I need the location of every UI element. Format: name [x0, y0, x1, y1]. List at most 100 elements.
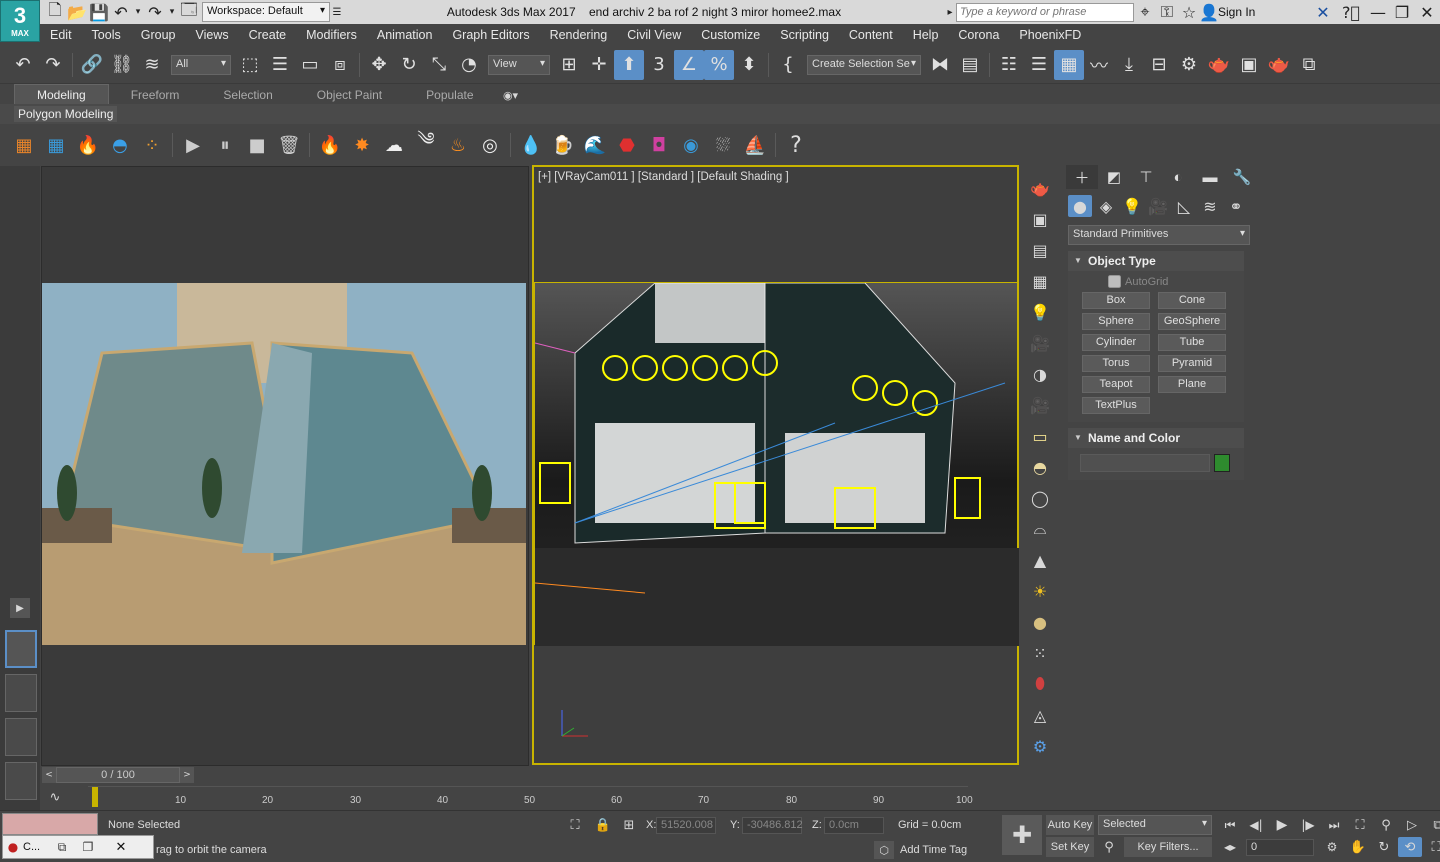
- taskbar-item[interactable]: ● C... ⧉ ❐ ✕: [2, 835, 154, 859]
- rotate-icon[interactable]: ↻: [394, 50, 424, 80]
- x-coordinate-field[interactable]: 51520.008: [656, 817, 716, 834]
- play-icon[interactable]: ▶: [1270, 815, 1294, 835]
- keyboard-shortcut-override-icon[interactable]: ⬆: [614, 49, 644, 80]
- menu-civil-view[interactable]: Civil View: [617, 24, 691, 46]
- vray-ies-icon[interactable]: ▲: [1027, 547, 1053, 573]
- phoenix-help-icon[interactable]: ?: [780, 129, 812, 161]
- spinner-snap-icon[interactable]: ⬍: [734, 50, 764, 80]
- selection-lock-icon[interactable]: 🔒: [592, 815, 614, 835]
- menu-rendering[interactable]: Rendering: [540, 24, 618, 46]
- percent-snap-icon[interactable]: %: [704, 49, 734, 80]
- helpers-icon[interactable]: ◺: [1172, 195, 1196, 217]
- menu-graph-editors[interactable]: Graph Editors: [442, 24, 539, 46]
- motion-tab-icon[interactable]: ◐: [1162, 165, 1194, 189]
- material-editor-icon[interactable]: ⚙: [1174, 50, 1204, 80]
- layout-4-thumbnail[interactable]: [5, 762, 37, 800]
- move-icon[interactable]: ✥: [364, 50, 394, 80]
- edit-named-selection-icon[interactable]: {: [773, 50, 803, 80]
- search-input[interactable]: [956, 2, 1134, 22]
- scene-explorer-icon[interactable]: ☷: [994, 50, 1024, 80]
- z-coordinate-field[interactable]: 0.0cm: [824, 817, 884, 834]
- display-tab-icon[interactable]: ▬: [1194, 165, 1226, 189]
- help-icon[interactable]: ?⃝: [1336, 0, 1366, 25]
- y-coordinate-field[interactable]: -30486.812: [742, 817, 803, 834]
- snaps-toggle-icon[interactable]: 3: [644, 50, 674, 80]
- maximize-toggle-icon[interactable]: ⛶: [1424, 837, 1440, 857]
- time-config-icon[interactable]: ⚙: [1320, 837, 1344, 857]
- dope-sheet-icon[interactable]: ⤓: [1114, 50, 1144, 80]
- cylinder-button[interactable]: Cylinder: [1082, 334, 1150, 351]
- curve-editor-mini-icon[interactable]: ∿: [40, 786, 70, 808]
- bind-space-warp-icon[interactable]: ≋: [137, 50, 167, 80]
- cameras-icon[interactable]: 🎥: [1146, 195, 1170, 217]
- menu-animation[interactable]: Animation: [367, 24, 443, 46]
- track-bar[interactable]: 10 20 30 40 50 60 70 80 90 100: [88, 786, 973, 808]
- object-name-input[interactable]: [1080, 454, 1210, 472]
- open-file-icon[interactable]: 📂: [66, 0, 88, 25]
- layer-explorer-icon[interactable]: ☰: [1024, 50, 1054, 80]
- next-frame-icon[interactable]: >: [180, 767, 194, 783]
- vray-proxy-icon[interactable]: ⁙: [1027, 640, 1053, 666]
- orbit-icon[interactable]: ↻: [1372, 837, 1396, 857]
- menu-content[interactable]: Content: [839, 24, 903, 46]
- name-color-header[interactable]: Name and Color: [1068, 428, 1244, 448]
- liquid-source-icon[interactable]: ◓: [104, 129, 136, 161]
- vray-sun-icon[interactable]: ☀: [1027, 578, 1053, 604]
- foam-preset-icon[interactable]: ⛆: [707, 129, 739, 161]
- menu-customize[interactable]: Customize: [691, 24, 770, 46]
- space-warps-icon[interactable]: ≋: [1198, 195, 1222, 217]
- fire-preset-icon[interactable]: 🔥: [314, 129, 346, 161]
- tube-button[interactable]: Tube: [1158, 334, 1226, 351]
- vortex-preset-icon[interactable]: ◎: [474, 129, 506, 161]
- lights-icon[interactable]: 💡: [1120, 195, 1144, 217]
- rendered-frame-window-icon[interactable]: ▣: [1234, 50, 1264, 80]
- taskbar-close-icon[interactable]: ✕: [101, 834, 141, 860]
- redo-dropdown-icon[interactable]: ▾: [166, 0, 178, 25]
- schematic-view-icon[interactable]: ⊟: [1144, 50, 1174, 80]
- exchange-icon[interactable]: ✕: [1310, 0, 1336, 25]
- box-button[interactable]: Box: [1082, 292, 1150, 309]
- maximize-viewport-icon[interactable]: ⧉: [1426, 815, 1440, 835]
- create-tab-icon[interactable]: ＋: [1066, 165, 1098, 189]
- vray-light-icon[interactable]: 💡: [1027, 299, 1053, 325]
- geosphere-button[interactable]: GeoSphere: [1158, 313, 1226, 330]
- quick-access-dropdown-icon[interactable]: ☰: [330, 0, 344, 25]
- modify-tab-icon[interactable]: ◩: [1098, 165, 1130, 189]
- zoom-icon[interactable]: ⚲: [1374, 815, 1398, 835]
- systems-icon[interactable]: ⚭: [1224, 195, 1248, 217]
- field-of-view-icon[interactable]: ▷: [1400, 815, 1424, 835]
- stop-icon[interactable]: ■: [241, 129, 273, 161]
- vray-ambient-icon[interactable]: ●: [1027, 609, 1053, 635]
- set-key-mode-icon[interactable]: ✚: [1002, 815, 1042, 855]
- select-by-name-icon[interactable]: ☰: [265, 50, 295, 80]
- selection-filter-select[interactable]: All: [171, 54, 231, 75]
- splash-preset-icon[interactable]: 💧: [515, 129, 547, 161]
- unlink-icon[interactable]: ⛓: [107, 50, 137, 80]
- mirror-icon[interactable]: ⧓: [925, 50, 955, 80]
- undo-icon[interactable]: ↶: [8, 50, 38, 80]
- sign-in-link[interactable]: Sign In: [1218, 5, 1310, 19]
- set-key-button[interactable]: Set Key: [1046, 837, 1094, 857]
- vfb-icon[interactable]: ▦: [1027, 268, 1053, 294]
- vray-mesh-icon[interactable]: ⬮: [1027, 671, 1053, 697]
- menu-scripting[interactable]: Scripting: [770, 24, 839, 46]
- ocean-preset-icon[interactable]: ⬣: [611, 129, 643, 161]
- teapot-icon[interactable]: 🫖: [1027, 175, 1053, 201]
- save-icon[interactable]: 💾: [88, 0, 110, 25]
- key-mode-toggle-icon[interactable]: ◂▸: [1218, 837, 1242, 857]
- expand-layout-icon[interactable]: ▶: [10, 598, 30, 618]
- pan-icon[interactable]: ✋: [1346, 837, 1370, 857]
- menu-modifiers[interactable]: Modifiers: [296, 24, 367, 46]
- tab-modeling[interactable]: Modeling: [14, 84, 109, 106]
- project-folder-icon[interactable]: 🗔: [178, 0, 200, 25]
- render-production-icon[interactable]: 🫖: [1264, 50, 1294, 80]
- cone-button[interactable]: Cone: [1158, 292, 1226, 309]
- render-setup-icon[interactable]: 🫖: [1204, 50, 1234, 80]
- tab-selection[interactable]: Selection: [201, 85, 294, 105]
- menu-help[interactable]: Help: [903, 24, 949, 46]
- liquid-grid-icon[interactable]: ▦: [40, 129, 72, 161]
- new-file-icon[interactable]: 🗋: [44, 0, 66, 25]
- sphere-button[interactable]: Sphere: [1082, 313, 1150, 330]
- render-iterative-icon[interactable]: ⧉: [1294, 50, 1324, 80]
- object-type-header[interactable]: Object Type: [1068, 251, 1244, 271]
